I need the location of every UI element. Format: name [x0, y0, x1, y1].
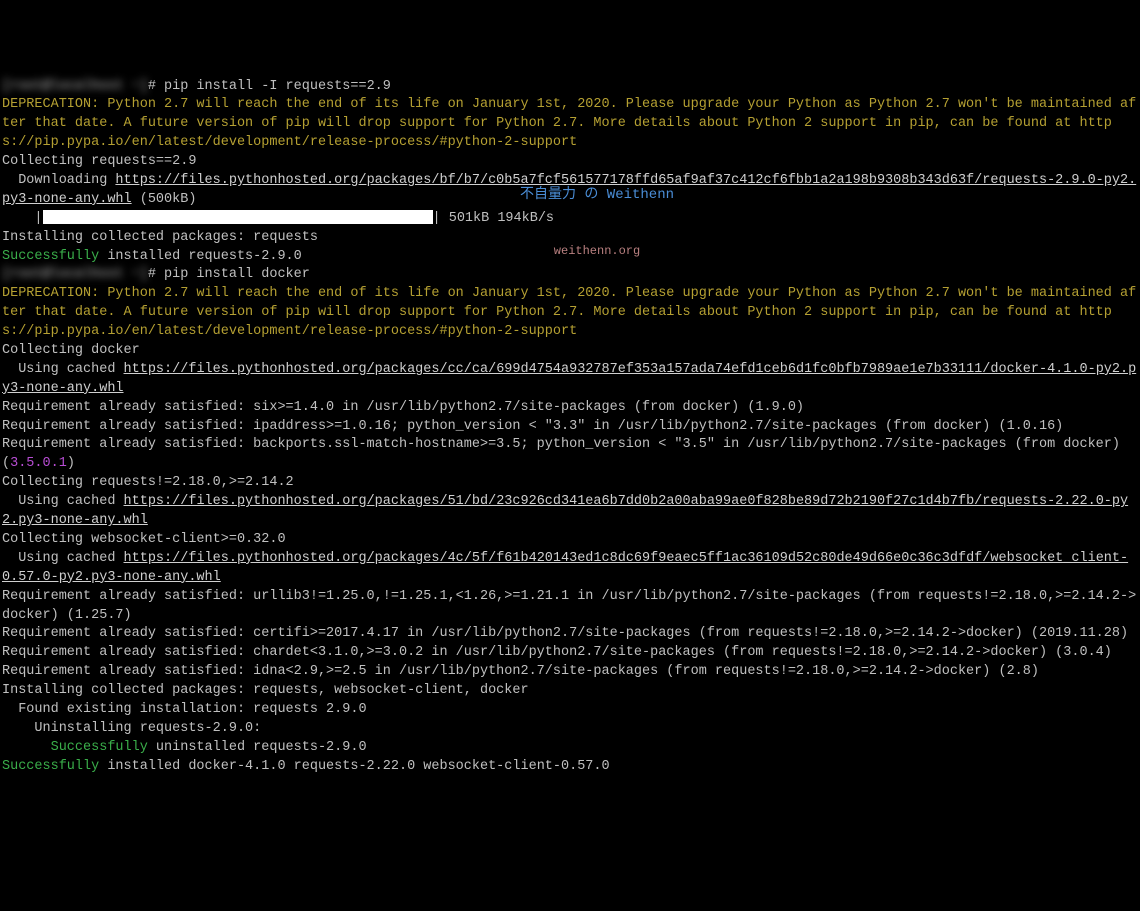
command-text: # pip install -I requests==2.9	[148, 79, 391, 94]
requirement-line: Requirement already satisfied: ipaddress…	[2, 418, 1138, 437]
requirement-line: Requirement already satisfied: idna<2.9,…	[2, 663, 1138, 682]
success-label: Successfully	[51, 740, 148, 755]
version-text: 3.5.0.1	[10, 456, 67, 471]
cached-line: Using cached https://files.pythonhosted.…	[2, 550, 1138, 588]
uninstalling-line: Uninstalling requests-2.9.0:	[2, 720, 1138, 739]
cached-line: Using cached https://files.pythonhosted.…	[2, 361, 1138, 399]
downloading-line: Downloading https://files.pythonhosted.o…	[2, 172, 1138, 210]
progress-line: || 501kB 194kB/s	[2, 210, 1138, 229]
requirement-line: Requirement already satisfied: chardet<3…	[2, 644, 1138, 663]
installing-line: Installing collected packages: requests,…	[2, 682, 1138, 701]
cached-url: https://files.pythonhosted.org/packages/…	[2, 362, 1136, 396]
prompt-host: [root@localhost ~]	[2, 79, 148, 94]
collecting-line: Collecting requests!=2.18.0,>=2.14.2	[2, 474, 1138, 493]
success-line: Successfully installed requests-2.9.0	[2, 248, 1138, 267]
requirement-line: Requirement already satisfied: certifi>=…	[2, 625, 1138, 644]
collecting-line: Collecting websocket-client>=0.32.0	[2, 531, 1138, 550]
requirement-line: Requirement already satisfied: six>=1.4.…	[2, 399, 1138, 418]
collecting-line: Collecting docker	[2, 342, 1138, 361]
success-label: Successfully	[2, 759, 99, 774]
terminal-output[interactable]: [root@localhost ~]# pip install -I reque…	[2, 78, 1138, 777]
prompt-line-1: [root@localhost ~]# pip install -I reque…	[2, 78, 1138, 97]
prompt-host: [root@localhost ~]	[2, 267, 148, 282]
success-label: Successfully	[2, 249, 99, 264]
deprecation-warning: DEPRECATION: Python 2.7 will reach the e…	[2, 285, 1138, 342]
deprecation-warning: DEPRECATION: Python 2.7 will reach the e…	[2, 96, 1138, 153]
cached-url: https://files.pythonhosted.org/packages/…	[2, 551, 1128, 585]
collecting-line: Collecting requests==2.9	[2, 153, 1138, 172]
found-existing-line: Found existing installation: requests 2.…	[2, 701, 1138, 720]
requirement-line: Requirement already satisfied: urllib3!=…	[2, 588, 1138, 626]
final-success-line: Successfully installed docker-4.1.0 requ…	[2, 758, 1138, 777]
prompt-line-2: [root@localhost ~]# pip install docker	[2, 266, 1138, 285]
command-text: # pip install docker	[148, 267, 310, 282]
progress-bar	[43, 210, 433, 224]
cached-line: Using cached https://files.pythonhosted.…	[2, 493, 1138, 531]
cached-url: https://files.pythonhosted.org/packages/…	[2, 494, 1128, 528]
uninstall-success-line: Successfully uninstalled requests-2.9.0	[2, 739, 1138, 758]
installing-line: Installing collected packages: requests	[2, 229, 1138, 248]
requirement-line: Requirement already satisfied: backports…	[2, 436, 1138, 474]
